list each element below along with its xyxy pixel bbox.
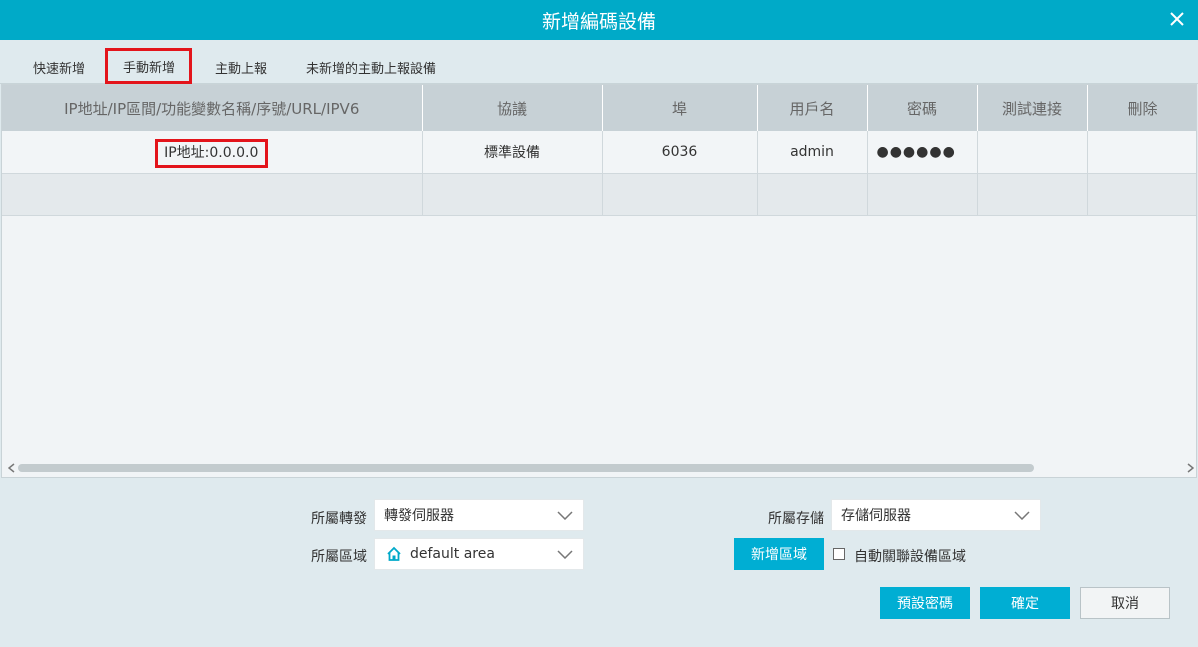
area-label: 所屬區域 [311, 549, 367, 565]
column-header-test-connection[interactable]: 測試連接 [977, 85, 1088, 131]
tab-manual-add[interactable]: 手動新增 [105, 48, 193, 84]
column-header-port[interactable]: 埠 [602, 85, 758, 131]
device-table: IP地址/IP區間/功能變數名稱/序號/URL/IPV6 協議 埠 用戶名 密碼… [2, 85, 1196, 216]
empty-cell[interactable] [867, 173, 978, 216]
add-area-button[interactable]: 新增區域 [734, 538, 824, 570]
forward-label: 所屬轉發 [311, 511, 367, 527]
tab-bar: 快速新增 手動新增 主動上報 未新增的主動上報設備 [0, 40, 1198, 84]
tab-quick-add[interactable]: 快速新增 [33, 58, 85, 77]
address-cell[interactable]: IP地址:0.0.0.0 [2, 131, 423, 174]
port-cell[interactable]: 6036 [602, 131, 758, 174]
column-header-delete[interactable]: 刪除 [1087, 85, 1196, 131]
password-cell[interactable]: ●●●●●● [867, 131, 978, 174]
empty-cell[interactable] [2, 173, 423, 216]
confirm-button[interactable]: 確定 [980, 587, 1070, 619]
tab-active-report[interactable]: 主動上報 [215, 58, 267, 77]
column-header-password[interactable]: 密碼 [867, 85, 978, 131]
dialog-title-bar: 新增編碼設備 [0, 0, 1198, 40]
area-value: default area [410, 546, 495, 562]
home-icon [375, 546, 402, 562]
table-header-row: IP地址/IP區間/功能變數名稱/序號/URL/IPV6 協議 埠 用戶名 密碼… [2, 85, 1196, 131]
forward-server-value: 轉發伺服器 [384, 508, 454, 524]
scrollbar-thumb[interactable] [18, 464, 1034, 472]
empty-cell[interactable] [602, 173, 758, 216]
storage-label: 所屬存儲 [768, 511, 824, 527]
empty-cell[interactable] [757, 173, 868, 216]
cancel-button[interactable]: 取消 [1080, 587, 1170, 619]
dialog-title: 新增編碼設備 [541, 10, 656, 33]
device-grid: IP地址/IP區間/功能變數名稱/序號/URL/IPV6 協議 埠 用戶名 密碼… [1, 84, 1197, 478]
column-header-address[interactable]: IP地址/IP區間/功能變數名稱/序號/URL/IPV6 [2, 85, 423, 131]
column-header-protocol[interactable]: 協議 [422, 85, 603, 131]
username-cell[interactable]: admin [757, 131, 868, 174]
protocol-cell[interactable]: 標準設備 [422, 131, 603, 174]
address-value[interactable]: IP地址:0.0.0.0 [155, 138, 269, 168]
test-connection-cell[interactable] [977, 131, 1088, 174]
storage-server-select[interactable]: 存儲伺服器 [831, 499, 1041, 531]
chevron-right-icon[interactable] [1184, 461, 1196, 475]
auto-link-area-checkbox[interactable] [833, 548, 845, 560]
area-select[interactable]: default area [374, 538, 584, 570]
table-row: IP地址:0.0.0.0 標準設備 6036 admin ●●●●●● [2, 131, 1196, 174]
delete-cell[interactable] [1087, 131, 1196, 174]
forward-server-select[interactable]: 轉發伺服器 [374, 499, 584, 531]
chevron-down-icon [547, 549, 583, 559]
horizontal-scrollbar[interactable] [2, 461, 1196, 475]
close-icon[interactable] [1164, 6, 1190, 32]
default-password-button[interactable]: 預設密碼 [880, 587, 970, 619]
chevron-down-icon [547, 510, 583, 520]
empty-cell[interactable] [1087, 173, 1196, 216]
tab-unadded-reported-devices[interactable]: 未新增的主動上報設備 [306, 58, 436, 77]
column-header-username[interactable]: 用戶名 [757, 85, 868, 131]
empty-cell[interactable] [422, 173, 603, 216]
auto-link-area-label: 自動關聯設備區域 [854, 549, 966, 565]
chevron-left-icon[interactable] [5, 461, 17, 475]
empty-cell[interactable] [977, 173, 1088, 216]
storage-server-value: 存儲伺服器 [841, 508, 911, 524]
empty-table-row[interactable] [2, 173, 1196, 216]
chevron-down-icon [1004, 510, 1040, 520]
